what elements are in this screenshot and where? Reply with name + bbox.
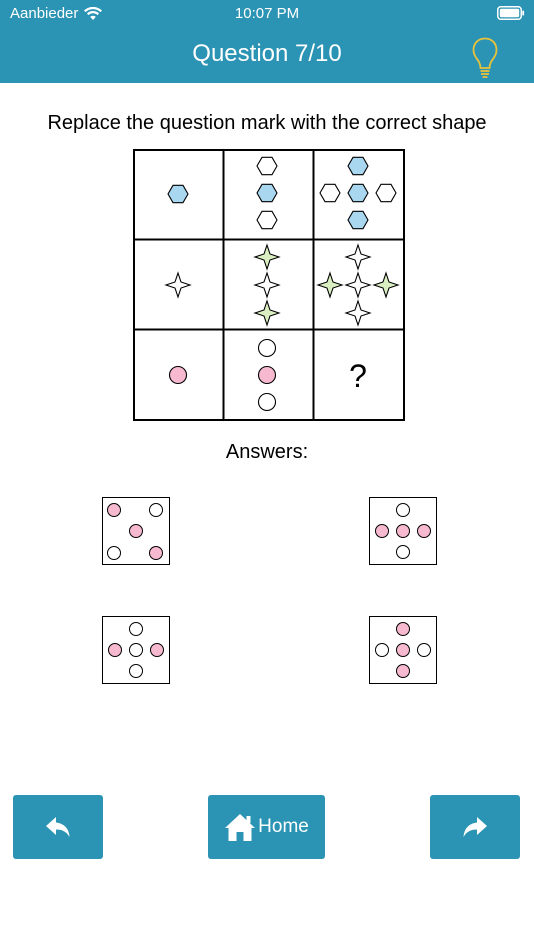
battery-icon	[497, 6, 525, 20]
missing-cell-question-mark: ?	[349, 358, 367, 394]
question-instruction: Replace the question mark with the corre…	[47, 112, 487, 134]
answer-option-3[interactable]	[102, 616, 170, 684]
cell-hexagon-column	[256, 156, 278, 230]
answer-option-4[interactable]	[369, 616, 437, 684]
cell-star-single	[165, 272, 191, 298]
status-bar-time: 10:07 PM	[234, 5, 300, 22]
cell-circle-column	[257, 338, 277, 412]
cell-star-column	[254, 244, 280, 326]
forward-arrow-icon	[463, 817, 487, 837]
answer-option-1[interactable]	[102, 497, 170, 565]
cell-hexagon-cross	[319, 156, 397, 230]
question-title: Question 7/10	[192, 40, 342, 67]
cell-hexagon-single	[167, 184, 189, 204]
back-button[interactable]	[13, 795, 103, 859]
lightbulb-icon[interactable]	[472, 37, 498, 81]
home-button-label: Home	[258, 816, 309, 837]
puzzle-grid: ?	[133, 149, 405, 421]
answer-option-2[interactable]	[369, 497, 437, 565]
cell-star-cross	[317, 244, 399, 326]
home-icon	[225, 814, 256, 841]
cell-circle-single	[168, 365, 188, 385]
header-bar: Aanbieder 10:07 PM Question 7/10	[0, 0, 534, 83]
home-button[interactable]: Home	[208, 795, 325, 859]
answers-title: Answers:	[225, 441, 309, 463]
reply-arrow-icon	[46, 817, 70, 837]
forward-button[interactable]	[430, 795, 520, 859]
